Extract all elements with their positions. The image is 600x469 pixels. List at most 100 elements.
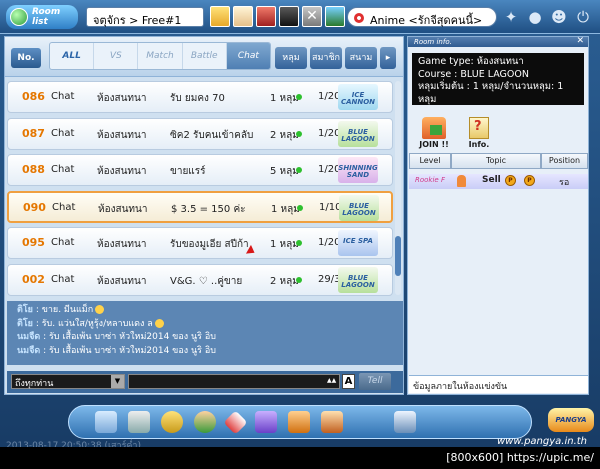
gift-icon[interactable] <box>255 411 277 433</box>
tell-button[interactable]: Tell <box>359 373 391 390</box>
pang-coin-icon: P <box>505 175 516 186</box>
sort-number-button[interactable]: No. <box>11 48 41 68</box>
trophy-icon[interactable] <box>161 411 183 433</box>
font-size-icon[interactable]: ▲▲ <box>327 377 336 384</box>
room-mode: ห้องสนทนา <box>97 93 147 104</box>
chevron-down-icon[interactable]: ▼ <box>111 375 124 388</box>
filter-vs[interactable]: VS <box>94 43 139 69</box>
record-icon <box>354 13 364 23</box>
chat-input-bar: ถึงทุกท่าน ▼ ▲▲ A Tell <box>7 371 403 393</box>
room-info-box: Game type: ห้องสนทนา Course : BLUE LAGOO… <box>412 53 584 105</box>
avatar-icon <box>457 175 466 187</box>
filter-all[interactable]: ALL <box>50 43 95 69</box>
sort-members-tab[interactable]: สมาชิก <box>310 47 342 69</box>
character-icon[interactable] <box>325 6 345 27</box>
room-number: 002 <box>22 272 45 286</box>
scrollbar-thumb[interactable] <box>395 236 401 276</box>
close-icon[interactable]: ✕ <box>302 6 322 27</box>
info-button[interactable]: Info. <box>464 117 494 149</box>
sort-course-tab[interactable]: สนาม <box>345 47 377 69</box>
room-row[interactable]: 086 Chat ห้องสนทนา รับ ยมคง 70 1 หลุม 1/… <box>7 81 393 113</box>
room-mode: ห้องสนทนา <box>97 129 147 141</box>
globe-icon <box>10 8 28 26</box>
room-number: 090 <box>23 200 46 214</box>
notepad-icon[interactable] <box>95 411 117 433</box>
col-topic[interactable]: Topic <box>451 153 541 169</box>
site-url: www.pangya.in.th <box>497 436 588 447</box>
chat-target-select[interactable]: ถึงทุกท่าน ▼ <box>11 374 125 389</box>
chat-text: : ขาย. มีนแม็ก <box>35 305 94 315</box>
member-table-header: Level Topic Position <box>409 153 588 169</box>
skull-icon[interactable]: ☻ <box>550 8 568 26</box>
character-icon[interactable] <box>256 6 276 27</box>
mode-filters: ALL VS Match Battle Chat <box>49 42 271 70</box>
room-row[interactable]: 087 Chat ห้องสนทนา ซิค2 รับคนเข้าคลับ 2 … <box>7 117 393 150</box>
room-title: ขายแรร์ <box>170 166 206 178</box>
game-type: Game type: ห้องสนทนา <box>418 56 524 67</box>
chat-sender: ติโย <box>17 305 33 315</box>
room-holes: 1 หลุม <box>271 203 300 215</box>
course-badge: ICE CANNON <box>338 84 378 110</box>
inventory-icon[interactable] <box>128 411 150 433</box>
col-level[interactable]: Level <box>409 153 451 169</box>
room-list-scrollbar[interactable] <box>395 81 401 295</box>
shop-icon[interactable] <box>223 409 248 435</box>
sort-holes-tab[interactable]: หลุม <box>275 47 307 69</box>
sparkle-icon[interactable]: ✦ <box>502 8 520 26</box>
room-row[interactable]: 002 Chat ห้องสนทนา V&G. ♡ ..คู่ขาย 2 หลุ… <box>7 263 393 296</box>
character-icon[interactable] <box>194 411 216 433</box>
chat-input[interactable] <box>128 374 340 389</box>
question-icon <box>469 117 489 139</box>
room-list-label: Room list <box>32 7 61 27</box>
col-position[interactable]: Position <box>541 153 588 169</box>
footer-bar: [800x600] https://upic.me/ <box>0 447 600 469</box>
status-dot-icon <box>296 167 302 174</box>
settings-icon[interactable] <box>394 411 416 433</box>
room-title: รับของมูเอีย สปีก้า <box>170 239 249 251</box>
character-icon[interactable] <box>279 6 299 27</box>
member-level: Rookie F <box>415 176 445 184</box>
close-icon[interactable]: ✕ <box>576 36 584 46</box>
room-holes: 2 หลุม <box>270 275 299 287</box>
join-button[interactable]: JOIN !! <box>416 117 452 149</box>
power-icon[interactable]: ⏻ <box>574 8 592 26</box>
font-button[interactable]: A <box>342 374 355 389</box>
room-mode: ห้องสนทนา <box>97 275 147 287</box>
filter-battle[interactable]: Battle <box>183 43 227 69</box>
chat-bubble-icon[interactable]: ● <box>526 8 544 26</box>
room-list-logo: Room list <box>6 5 78 29</box>
room-row[interactable]: 088 Chat ห้องสนทนา ขายแรร์ 5 หลุม 1/20 S… <box>7 154 393 187</box>
status-dot-icon <box>296 130 302 137</box>
room-info-header: Room info. ✕ <box>408 36 588 47</box>
room-row[interactable]: 095 Chat ห้องสนทนา รับของมูเอีย สปีก้า 1… <box>7 227 393 260</box>
room-status-text: ข้อมูลภายในห้องแข่งขัน <box>409 375 588 393</box>
channel-select[interactable]: Anime <รักจีสุดคนนี้> <box>347 7 497 27</box>
room-type: Chat <box>51 164 75 176</box>
join-label: JOIN !! <box>419 140 449 149</box>
room-title: รับ ยมคง 70 <box>170 93 225 104</box>
member-row[interactable]: Rookie F Sell P P รอ <box>409 174 588 189</box>
room-holes: 5 หลุม <box>270 166 299 178</box>
emoticon-icon <box>95 305 105 314</box>
status-dot-icon <box>297 204 303 211</box>
room-holes: 1 หลุม <box>270 239 299 251</box>
character-icon[interactable] <box>210 6 230 27</box>
room-type: Chat <box>51 273 75 285</box>
house-icon[interactable] <box>288 411 310 433</box>
chat-text: : รับ เสื้อเพ้น บาซ่า หัวใหม่2014 ของ นู… <box>43 332 216 342</box>
puzzle-icon[interactable] <box>321 411 343 433</box>
room-number: 086 <box>22 90 45 103</box>
filter-chat[interactable]: Chat <box>226 43 270 69</box>
next-arrow-icon[interactable]: ▸ <box>380 47 396 69</box>
room-mode: ห้องสนทนา <box>98 203 148 215</box>
bottom-dock <box>68 405 532 439</box>
room-info-panel: Room info. ✕ Game type: ห้องสนทนา Course… <box>407 36 589 395</box>
room-info-title: Room info. <box>414 38 452 46</box>
character-icon[interactable] <box>233 6 253 27</box>
filter-match[interactable]: Match <box>138 43 183 69</box>
breadcrumb: จตุจักร > Free#1 <box>86 7 204 27</box>
room-mode: ห้องสนทนา <box>97 166 147 178</box>
room-title: ซิค2 รับคนเข้าคลับ <box>170 129 254 141</box>
room-holes: 2 หลุม <box>270 129 299 141</box>
room-row-selected[interactable]: 090 Chat ห้องสนทนา $ 3.5 = 150 ค่ะ 1 หลุ… <box>7 190 393 223</box>
